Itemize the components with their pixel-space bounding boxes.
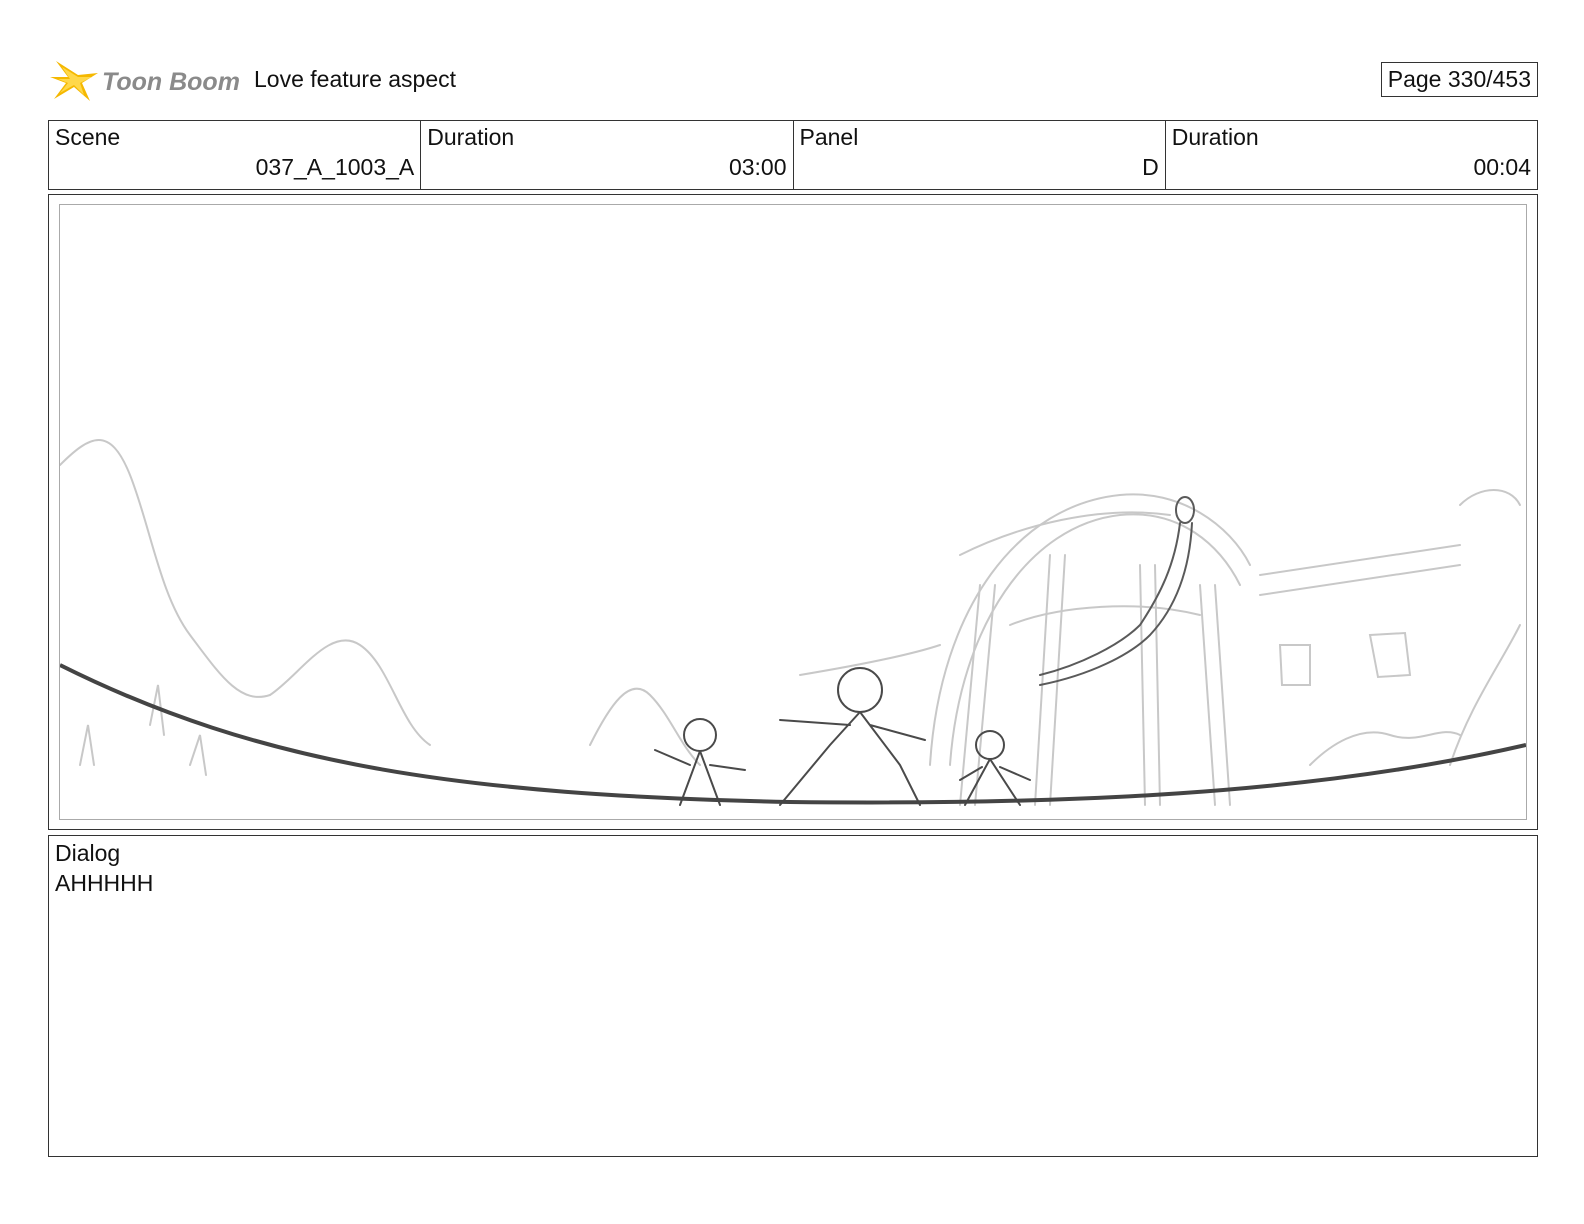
toon-boom-star-icon — [50, 61, 98, 101]
dialog-box: Dialog AHHHHH — [48, 835, 1538, 1157]
panel-duration-cell: Duration 00:04 — [1166, 121, 1537, 189]
toon-boom-logo: Toon Boom — [48, 55, 248, 107]
page-header: Toon Boom Love feature aspect Page 330/4… — [48, 50, 1538, 110]
panel-cell: Panel D — [794, 121, 1166, 189]
panel-duration-value: 00:04 — [1473, 154, 1531, 180]
panel-label: Panel — [799, 124, 859, 150]
document-title: Love feature aspect — [254, 66, 457, 92]
storyboard-drawing-area — [59, 204, 1527, 820]
panel-value: D — [1142, 154, 1159, 180]
scene-duration-cell: Duration 03:00 — [421, 121, 794, 189]
scene-label: Scene — [55, 124, 121, 150]
scene-duration-value: 03:00 — [728, 154, 787, 180]
scene-value: 037_A_1003_A — [255, 154, 415, 180]
panel-duration-label: Duration — [1171, 124, 1259, 150]
logo-text: Toon Boom — [102, 68, 240, 96]
dialog-label: Dialog — [55, 840, 121, 866]
dialog-text: AHHHHH — [55, 870, 154, 896]
page-indicator: Page 330/453 — [1380, 62, 1538, 97]
storyboard-sketch — [60, 439, 1526, 806]
scene-duration-label: Duration — [427, 124, 515, 150]
scene-cell: Scene 037_A_1003_A — [49, 121, 422, 189]
storyboard-panel — [48, 194, 1538, 830]
panel-meta-row: Scene 037_A_1003_A Duration 03:00 Panel … — [48, 120, 1538, 190]
